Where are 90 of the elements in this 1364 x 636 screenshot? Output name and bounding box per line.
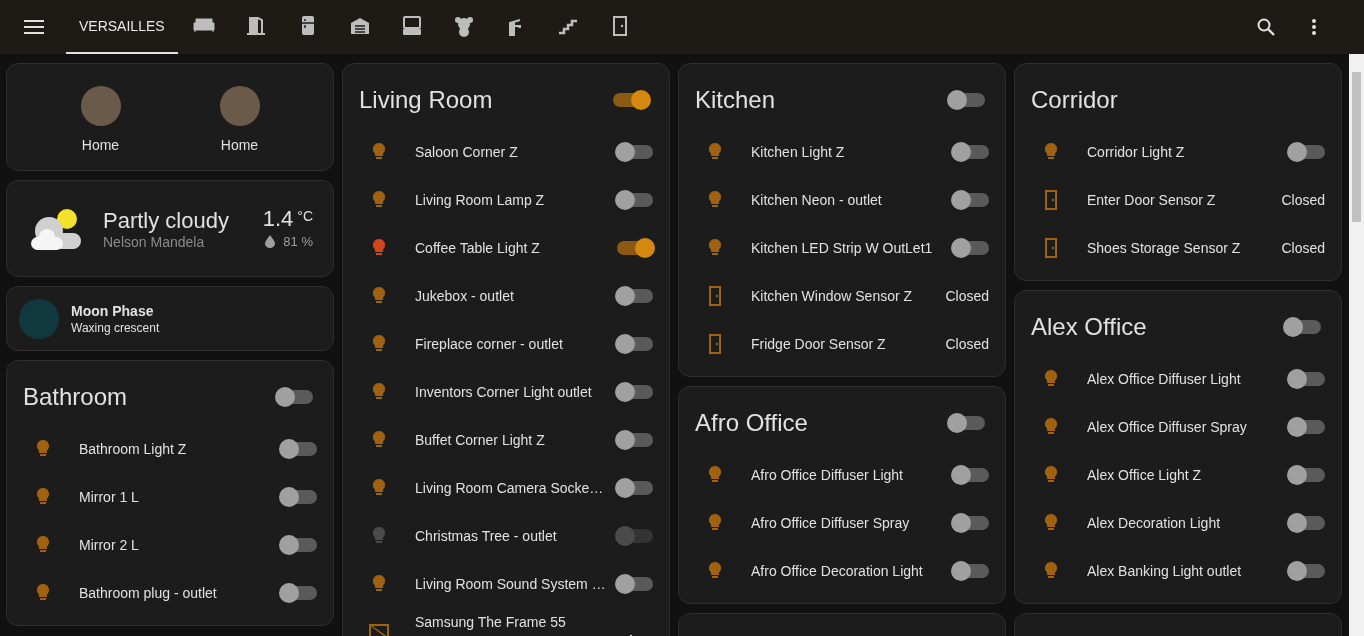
person-state: Home — [220, 136, 259, 155]
toggle-switch[interactable] — [281, 442, 317, 456]
toggle-switch[interactable] — [953, 241, 989, 255]
entity-name: Mirror 2 L — [79, 535, 140, 555]
entity-name: Alex Office Diffuser Spray — [1087, 417, 1248, 437]
entity-name: Bathroom Light Z — [79, 439, 188, 459]
menu-icon — [24, 20, 44, 34]
toggle-switch[interactable] — [1285, 320, 1321, 334]
sensor-state: Closed — [1281, 190, 1325, 210]
toggle-switch[interactable] — [953, 468, 989, 482]
entity-name: Living Room Lamp Z — [415, 190, 546, 210]
weather-condition: Partly cloudy — [103, 207, 230, 234]
toggle-switch[interactable] — [1289, 516, 1325, 530]
toggle-switch[interactable] — [617, 481, 653, 495]
avatar[interactable] — [80, 86, 121, 126]
more-options-icon — [1312, 19, 1316, 35]
toggle-switch[interactable] — [281, 538, 317, 552]
entity-name: Alex Office Light Z — [1087, 465, 1203, 485]
entity-name: Kitchen LED Strip W OutLet1 — [751, 238, 934, 258]
toggle-switch[interactable] — [617, 337, 653, 351]
weather-location: Nelson Mandela — [103, 233, 206, 250]
card-title: Afro Office — [695, 408, 808, 438]
toggle-switch[interactable] — [1289, 372, 1325, 386]
entity-name: Enter Door Sensor Z — [1087, 190, 1217, 210]
toggle-switch[interactable] — [953, 193, 989, 207]
toggle-switch[interactable] — [617, 193, 653, 207]
card-title: Living Room — [359, 85, 493, 115]
entity-name: Alex Office Diffuser Light — [1087, 369, 1242, 389]
temperature: 1.4 — [262, 205, 294, 232]
toggle-switch[interactable] — [281, 490, 317, 504]
toggle-switch[interactable] — [277, 390, 313, 404]
entity-name: Kitchen Window Sensor Z — [751, 286, 914, 306]
toggle-switch[interactable] — [1289, 145, 1325, 159]
toggle-switch[interactable] — [617, 289, 653, 303]
moon-title: Moon Phase — [71, 301, 155, 320]
toggle-switch[interactable] — [949, 416, 985, 430]
search-icon — [1257, 18, 1275, 36]
toggle-switch[interactable] — [617, 385, 653, 399]
toggle-switch[interactable] — [1289, 468, 1325, 482]
entity-name: Mirror 1 L — [79, 487, 140, 507]
entity-name: Coffee Table Light Z — [415, 238, 541, 258]
toggle-switch[interactable] — [617, 577, 653, 591]
sensor-state: Closed — [945, 334, 989, 354]
entity-name: Bathroom plug - outlet — [79, 583, 218, 603]
entity-name: Jukebox - outlet — [415, 286, 515, 306]
moon-state: Waxing crescent — [71, 319, 160, 336]
entity-name: Buffet Corner Light Z — [415, 430, 546, 450]
card-title: Alex Office — [1031, 312, 1147, 342]
entity-name: Afro Office Diffuser Light — [751, 465, 904, 485]
entity-name: Christmas Tree - outlet — [415, 526, 558, 546]
entity-name: Afro Office Decoration Light — [751, 561, 924, 581]
toggle-switch[interactable] — [281, 586, 317, 600]
toggle-switch[interactable] — [953, 516, 989, 530]
toggle-switch[interactable] — [613, 93, 649, 107]
entity-name: Fridge Door Sensor Z — [751, 334, 887, 354]
entity-name: Living Room Camera Socke… — [415, 478, 605, 498]
avatar[interactable] — [219, 86, 260, 126]
card-title: Corridor — [1031, 85, 1118, 115]
entity-name: Fireplace corner - outlet — [415, 334, 564, 354]
person-state: Home — [81, 136, 120, 155]
entity-name: Saloon Corner Z — [415, 142, 519, 162]
entity-name: Kitchen Neon - outlet — [751, 190, 883, 210]
card-title: Bathroom — [23, 382, 128, 412]
entity-name: Afro Office Diffuser Spray — [751, 513, 911, 533]
view-tab[interactable]: VERSAILLES — [66, 0, 178, 54]
humidity-icon — [265, 235, 276, 248]
toggle-switch[interactable] — [953, 145, 989, 159]
moon-icon — [19, 298, 59, 339]
temperature-unit: °C — [297, 206, 313, 226]
moon-phase-card[interactable]: Moon Phase Waxing crescent — [6, 286, 334, 351]
humidity: 81 % — [283, 232, 313, 251]
toggle-switch[interactable] — [1289, 420, 1325, 434]
toggle-switch[interactable] — [949, 93, 985, 107]
toggle-switch[interactable] — [1289, 564, 1325, 578]
entity-name: Shoes Storage Sensor Z — [1087, 238, 1242, 258]
toggle-switch[interactable] — [617, 241, 653, 255]
sensor-state: Closed — [945, 286, 989, 306]
sensor-state: Closed — [1281, 238, 1325, 258]
entity-name: Alex Decoration Light — [1087, 513, 1222, 533]
entity-name: Corridor Light Z — [1087, 142, 1186, 162]
entity-name: Kitchen Light Z — [751, 142, 846, 162]
entity-name: Inventors Corner Light outlet — [415, 382, 593, 402]
entity-name: Samsung The Frame 55 — [415, 613, 567, 632]
toggle-switch[interactable] — [617, 145, 653, 159]
entity-name: Alex Banking Light outlet — [1087, 561, 1243, 581]
toggle-switch[interactable] — [953, 564, 989, 578]
card-title: Kitchen — [695, 85, 776, 115]
toggle-switch[interactable] — [617, 433, 653, 447]
scrollbar[interactable] — [1349, 54, 1364, 636]
entity-name: Living Room Sound System … — [415, 574, 607, 594]
